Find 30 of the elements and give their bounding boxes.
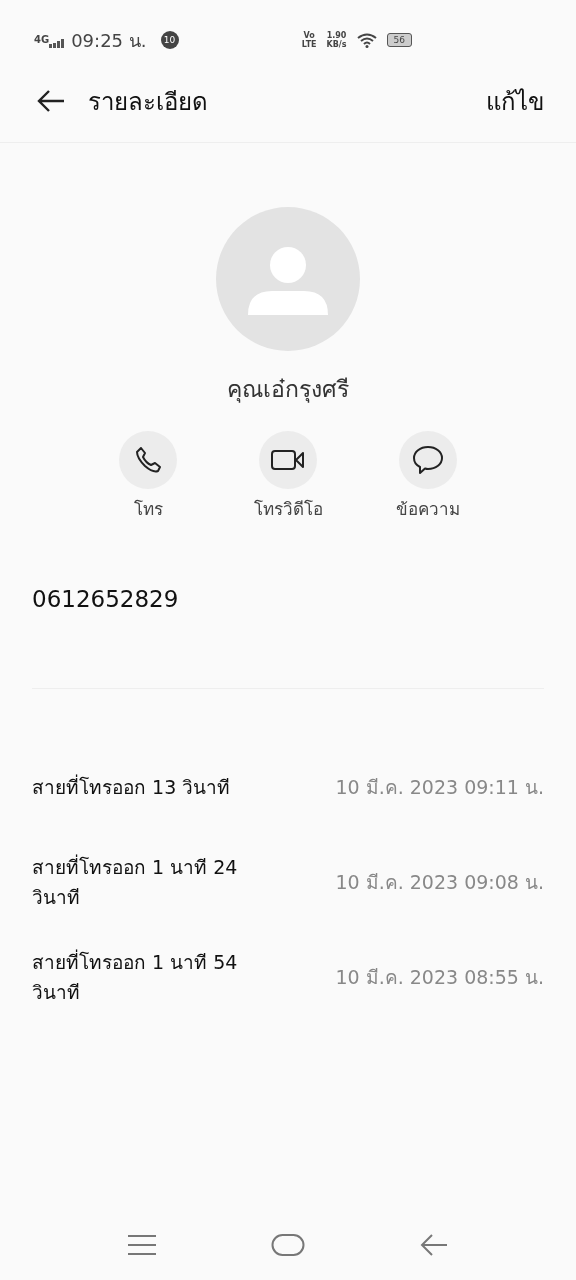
call-time: 10 มี.ค. 2023 08:55 น. bbox=[335, 964, 544, 990]
call-description: สายที่โทรออก 13 วินาที bbox=[32, 773, 232, 800]
edit-button[interactable]: แก้ไข bbox=[486, 81, 544, 121]
network-speed: 1.90 bbox=[326, 31, 347, 40]
page-title: รายละเอียด bbox=[88, 86, 209, 118]
volte-label: LTE bbox=[301, 40, 317, 49]
video-camera-icon bbox=[271, 449, 305, 471]
back-icon[interactable] bbox=[36, 89, 66, 113]
signal-icon bbox=[49, 38, 66, 48]
status-time: 09:25 น. bbox=[71, 28, 147, 53]
volte-label: Vo bbox=[303, 31, 315, 40]
call-time: 10 มี.ค. 2023 09:08 น. bbox=[335, 869, 544, 895]
notification-badge: 10 bbox=[160, 31, 179, 49]
network-type: 4G bbox=[34, 33, 50, 45]
wifi-icon bbox=[356, 32, 377, 48]
call-time: 10 มี.ค. 2023 09:11 น. bbox=[335, 774, 544, 800]
menu-icon[interactable] bbox=[127, 1234, 157, 1256]
speech-bubble-icon bbox=[412, 445, 444, 475]
message-action[interactable]: ข้อความ bbox=[383, 431, 473, 522]
call-description: สายที่โทรออก 1 นาที 54 วินาที bbox=[32, 948, 239, 1005]
call-action[interactable]: โทร bbox=[103, 431, 193, 522]
speed-unit: KB/s bbox=[326, 40, 347, 49]
contact-name: คุณเอ๋กรุงศรี bbox=[226, 375, 350, 405]
phone-icon bbox=[133, 445, 163, 475]
call-description: สายที่โทรออก 1 นาที 24 วินาที bbox=[32, 853, 239, 910]
avatar-icon bbox=[216, 207, 360, 351]
battery-level: 56 bbox=[386, 33, 412, 47]
phone-number[interactable]: 0612652829 bbox=[32, 586, 576, 612]
home-icon[interactable] bbox=[271, 1233, 305, 1257]
video-action[interactable]: โทรวิดีโอ bbox=[243, 431, 333, 522]
